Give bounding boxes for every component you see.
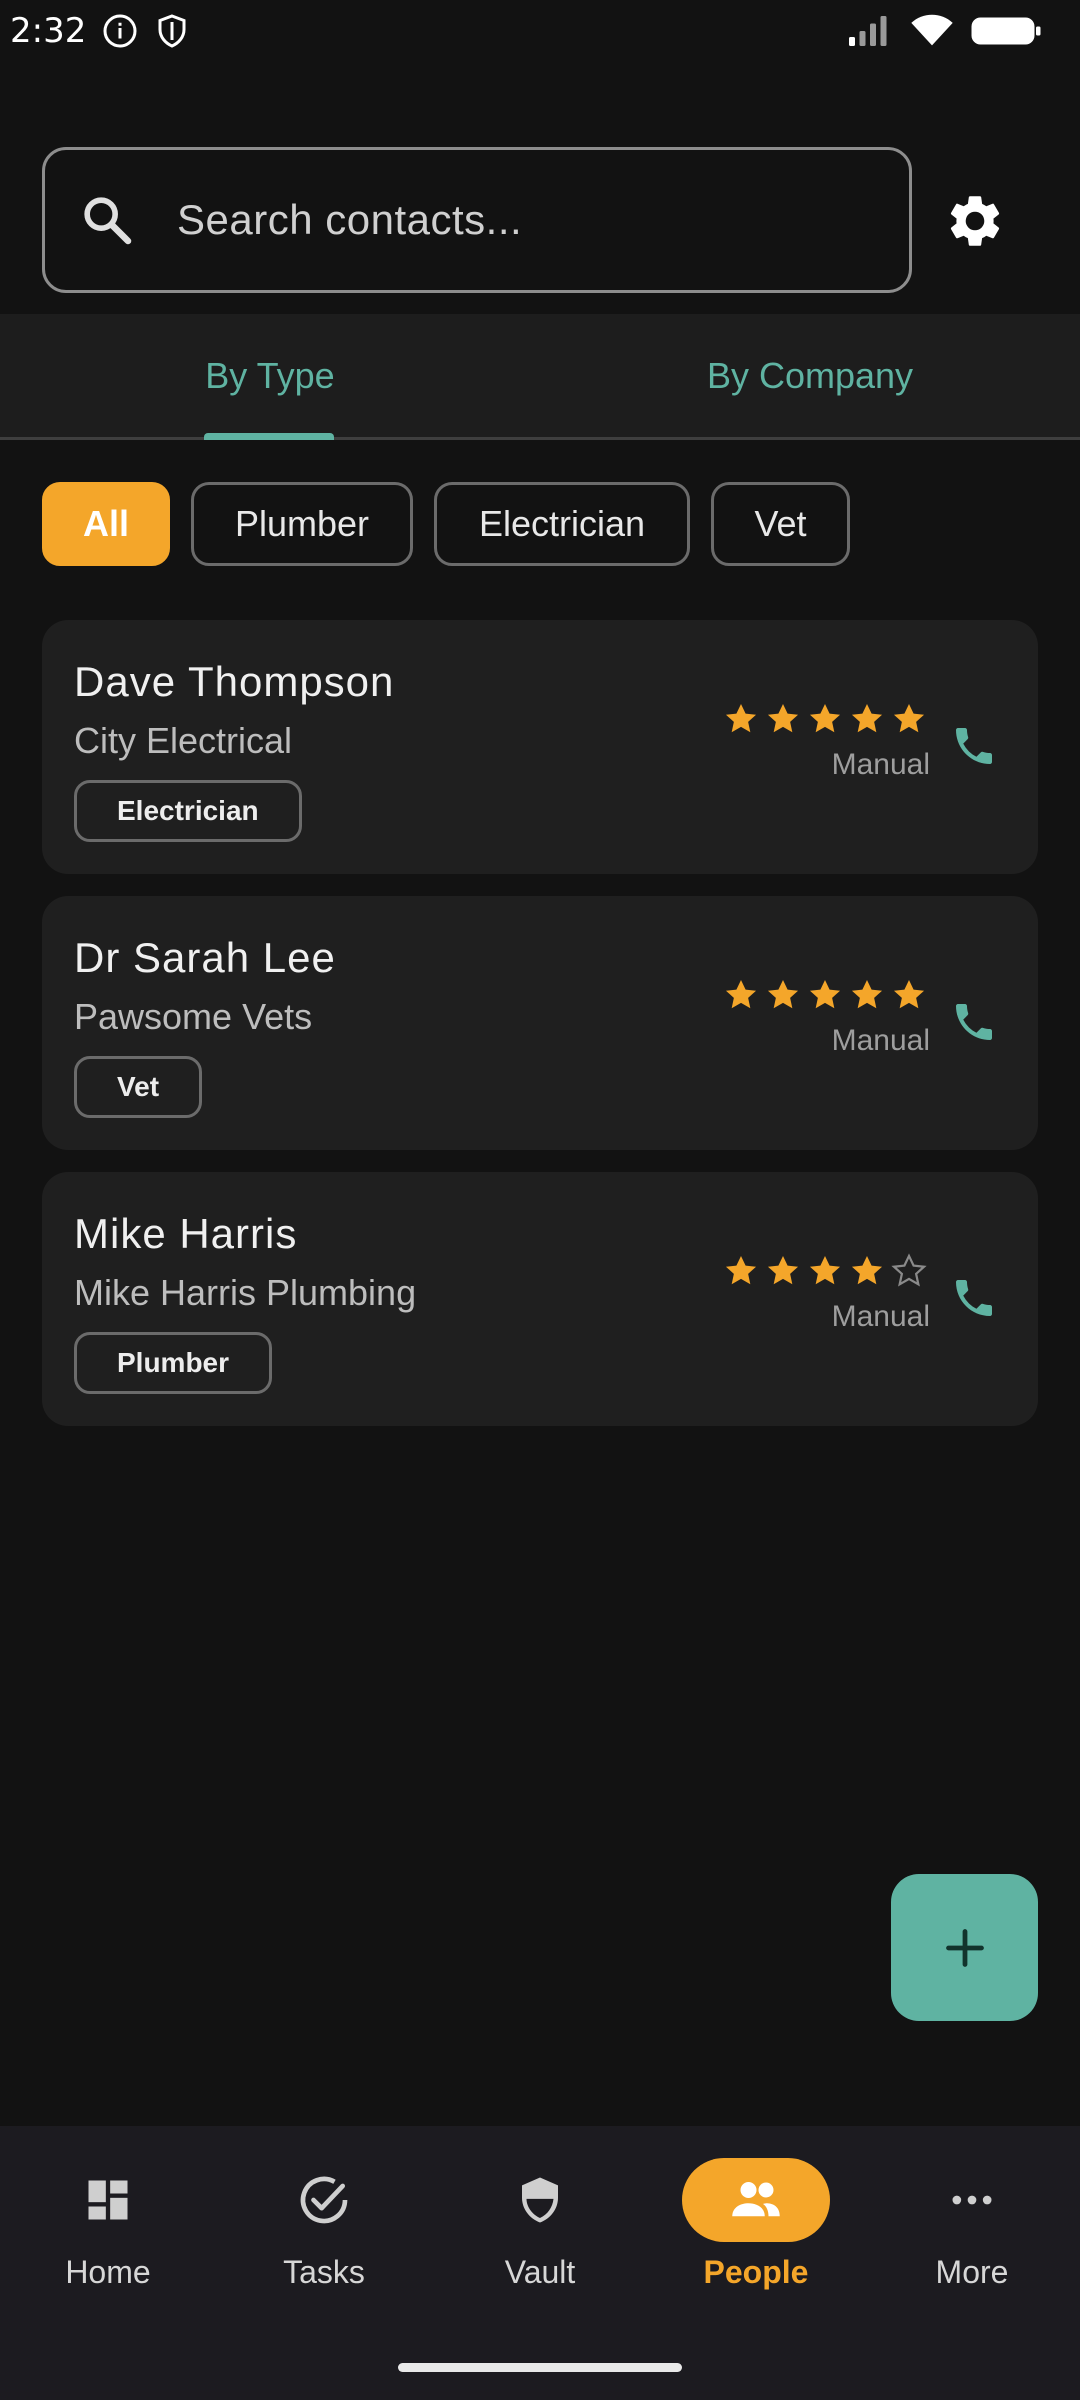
tab-by-company[interactable]: By Company (540, 314, 1080, 437)
chip-label: Plumber (234, 503, 370, 544)
star-filled-icon (809, 703, 841, 733)
filter-chip-electrician[interactable]: Electrician (434, 482, 690, 566)
star-filled-icon (767, 979, 799, 1009)
nav-icon-wrap (34, 2158, 182, 2242)
nav-label: Tasks (283, 2254, 365, 2290)
contact-name: Mike Harris (74, 1210, 298, 1257)
contact-name: Dr Sarah Lee (74, 934, 336, 981)
info-icon (103, 14, 137, 48)
status-bar: 2:32 (0, 0, 1080, 62)
star-filled-icon (893, 703, 925, 733)
filter-chip-plumber[interactable]: Plumber (191, 482, 413, 566)
rating-source: Manual (831, 1024, 930, 1057)
star-filled-icon (893, 979, 925, 1009)
search-box[interactable] (42, 147, 912, 293)
people-icon (732, 2182, 780, 2217)
contact-company: Pawsome Vets (74, 996, 313, 1037)
nav-icon-wrap (898, 2158, 1046, 2242)
rating-stars (722, 1252, 928, 1290)
tab-by-type[interactable]: By Type (0, 314, 540, 437)
contact-card[interactable]: Dave Thompson City Electrical Electricia… (42, 620, 1038, 874)
nav-item-home[interactable]: Home (0, 2126, 216, 2336)
shield-icon (158, 14, 186, 48)
chip-label: All (82, 503, 129, 544)
add-contact-button[interactable] (891, 1874, 1038, 2021)
contact-card[interactable]: Dr Sarah Lee Pawsome Vets Vet Manual (42, 896, 1038, 1150)
star-filled-icon (767, 703, 799, 733)
nav-label: People (703, 2254, 809, 2290)
star-filled-icon (725, 1255, 757, 1285)
contact-type-badge: Electrician (74, 780, 302, 842)
nav-icon-wrap (682, 2158, 830, 2242)
more-horizontal-icon (952, 2195, 992, 2205)
plus-icon (945, 1928, 984, 1967)
star-outline-icon (891, 1253, 927, 1287)
rating-stars (722, 976, 928, 1014)
tab-label: By Type (205, 354, 335, 396)
nav-item-tasks[interactable]: Tasks (216, 2126, 432, 2336)
star-filled-icon (809, 979, 841, 1009)
rating-source: Manual (831, 748, 930, 781)
tab-label: By Company (706, 354, 914, 396)
nav-label: More (935, 2254, 1009, 2290)
shield-icon (522, 2177, 558, 2223)
nav-label: Home (65, 2254, 151, 2290)
contact-company: City Electrical (74, 720, 293, 761)
filter-chip-all[interactable]: All (42, 482, 170, 566)
status-right (846, 13, 1042, 49)
battery-icon (971, 17, 1041, 45)
contact-name: Dave Thompson (74, 658, 395, 705)
phone-icon[interactable] (950, 722, 998, 770)
contact-type-badge: Plumber (74, 1332, 273, 1394)
rating-source: Manual (831, 1300, 930, 1333)
check-circle-icon (300, 2176, 348, 2224)
chip-label: Electrician (478, 503, 646, 544)
filter-chip-vet[interactable]: Vet (711, 482, 850, 566)
search-input[interactable] (175, 195, 909, 245)
contact-card[interactable]: Mike Harris Mike Harris Plumbing Plumber… (42, 1172, 1038, 1426)
gear-icon[interactable] (944, 190, 1006, 252)
chip-label: Vet (754, 503, 807, 544)
wifi-icon (911, 14, 953, 46)
star-filled-icon (725, 703, 757, 733)
phone-icon[interactable] (950, 998, 998, 1046)
nav-icon-wrap (466, 2158, 614, 2242)
star-filled-icon (809, 1255, 841, 1285)
phone-icon[interactable] (950, 1274, 998, 1322)
star-filled-icon (851, 1255, 883, 1285)
status-time: 2:32 (10, 11, 87, 51)
star-filled-icon (851, 703, 883, 733)
nav-icon-wrap (250, 2158, 398, 2242)
status-left: 2:32 (10, 11, 190, 51)
star-filled-icon (725, 979, 757, 1009)
star-filled-icon (851, 979, 883, 1009)
contact-company: Mike Harris Plumbing (74, 1272, 417, 1313)
tab-indicator (204, 433, 334, 440)
nav-label: Vault (504, 2254, 576, 2290)
tab-bar: By Type By Company (0, 314, 1080, 440)
signal-icon (849, 16, 887, 46)
bottom-nav: Home Tasks Vault People More (0, 2126, 1080, 2400)
nav-item-people[interactable]: People (648, 2126, 864, 2336)
rating-stars (722, 700, 928, 738)
nav-item-more[interactable]: More (864, 2126, 1080, 2336)
star-filled-icon (767, 1255, 799, 1285)
dashboard-icon (88, 2180, 128, 2220)
nav-item-vault[interactable]: Vault (432, 2126, 648, 2336)
search-icon (84, 197, 132, 245)
home-indicator (398, 2363, 682, 2372)
contact-type-badge: Vet (74, 1056, 203, 1118)
